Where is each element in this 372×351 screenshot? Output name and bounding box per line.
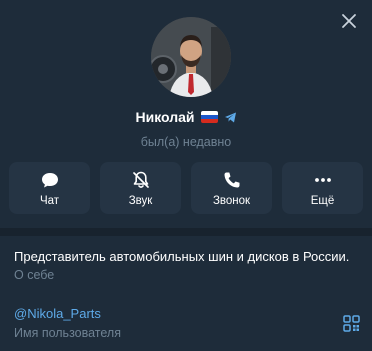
- bio-text: Представитель автомобильных шин и дисков…: [14, 249, 350, 264]
- username-label: Имя пользователя: [14, 326, 121, 340]
- telegram-icon: [224, 112, 236, 122]
- call-label: Звонок: [212, 194, 251, 207]
- russia-flag-icon: [200, 111, 218, 123]
- qr-code-icon[interactable]: [343, 315, 360, 332]
- chat-button[interactable]: Чат: [9, 162, 90, 214]
- username-link[interactable]: @Nikola_Parts: [14, 306, 101, 321]
- profile-status: был(а) недавно: [140, 135, 232, 149]
- phone-icon: [224, 172, 239, 187]
- more-button[interactable]: Ещё: [282, 162, 363, 214]
- profile-name: Николай: [135, 109, 195, 125]
- bell-muted-icon: [132, 171, 149, 188]
- bio-label: О себе: [14, 268, 55, 282]
- more-icon: [314, 177, 331, 182]
- chat-icon: [41, 172, 58, 187]
- section-divider: [0, 228, 372, 236]
- close-icon[interactable]: [340, 12, 358, 30]
- call-button[interactable]: Звонок: [191, 162, 272, 214]
- avatar[interactable]: [151, 17, 231, 97]
- chat-label: Чат: [39, 194, 60, 207]
- sound-button[interactable]: Звук: [100, 162, 181, 214]
- action-bar: Чат Звук Звонок Ещё: [9, 162, 363, 214]
- sound-label: Звук: [128, 194, 153, 207]
- more-label: Ещё: [310, 194, 335, 207]
